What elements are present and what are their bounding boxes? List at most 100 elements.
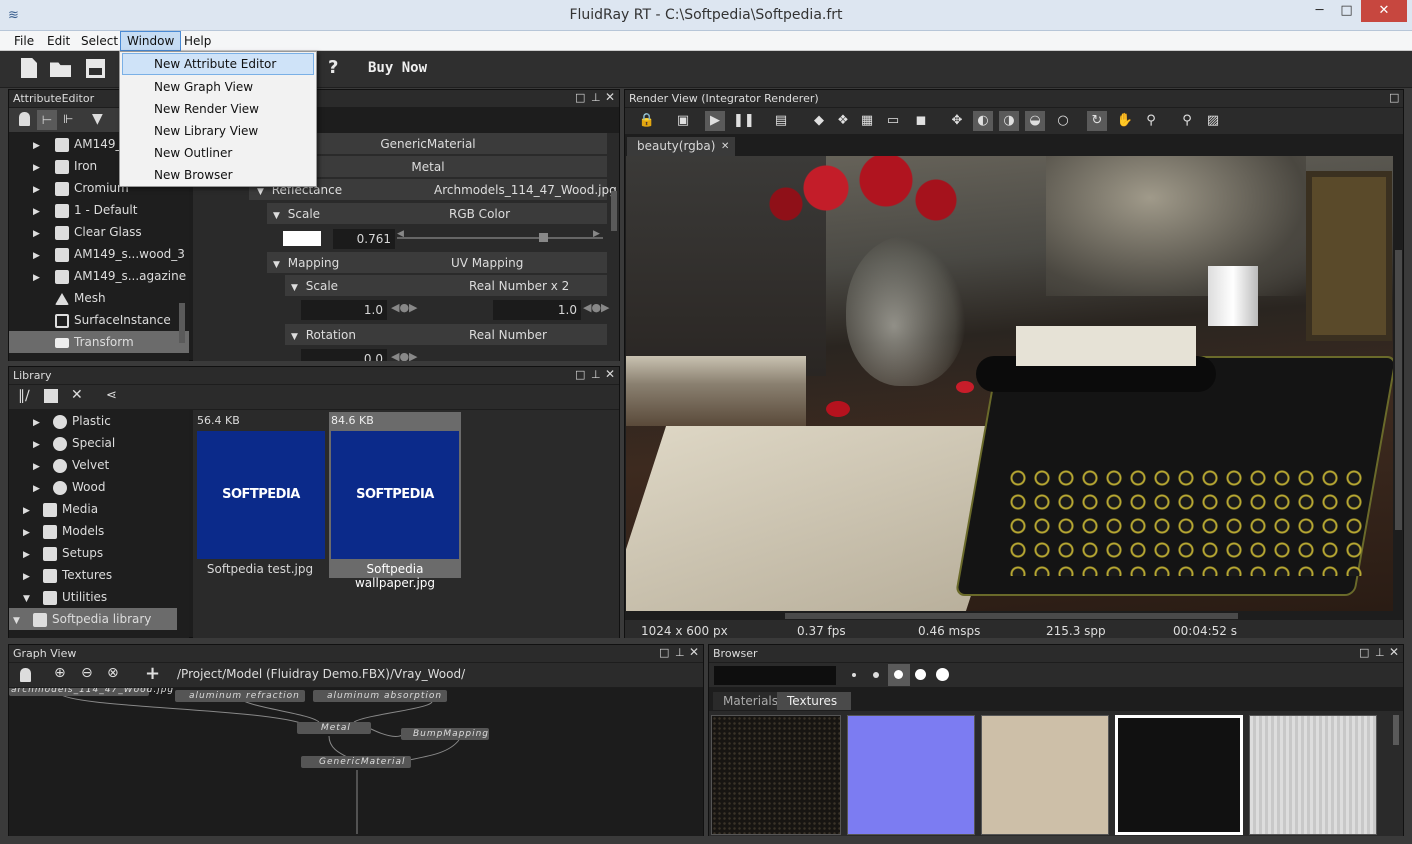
texture-thumbnail[interactable]	[711, 715, 841, 835]
minimize-button[interactable]: ─	[1306, 0, 1333, 22]
library-item[interactable]: ▶ Velvet	[9, 454, 177, 476]
menu-new-graph-view[interactable]: New Graph View	[120, 76, 316, 98]
outliner-scrollbar[interactable]	[179, 303, 185, 343]
attr-rotation-row[interactable]: ▼ Rotation Real Number	[285, 324, 607, 346]
graph-node[interactable]: aluminum absorption	[313, 690, 447, 702]
graph-node[interactable]: archmodels_114_47_Wood.jpg	[9, 688, 173, 696]
zoom-region-icon[interactable]: ⚲	[1177, 111, 1197, 131]
expand-arrow-icon[interactable]: ▶	[33, 412, 53, 434]
maximize-panel-icon[interactable]: □	[575, 368, 585, 381]
library-item[interactable]: ▼ Softpedia library	[9, 608, 177, 630]
close-panel-icon[interactable]: ✕	[1389, 645, 1399, 659]
close-panel-icon[interactable]: ✕	[689, 645, 699, 659]
slider-right-arrow-icon[interactable]: ▶	[593, 229, 600, 239]
tab-close-icon[interactable]: ✕	[721, 137, 729, 156]
maximize-button[interactable]: □	[1333, 0, 1360, 22]
stepper-icon[interactable]: ◀●▶	[391, 301, 418, 314]
graph-node[interactable]: GenericMaterial	[301, 756, 411, 768]
tree-item[interactable]: ▶ AM149_s...wood_3	[9, 243, 189, 265]
move-icon[interactable]: ✥	[947, 111, 967, 131]
attr-scale2-row[interactable]: ▼ Scale Real Number x 2	[285, 275, 607, 297]
file-item-selected[interactable]: 84.6 KB SOFTPEDIA Softpedia wallpaper.jp…	[329, 412, 461, 590]
zoom-fit-icon[interactable]: ⊗	[107, 665, 119, 681]
size-s-icon[interactable]	[873, 672, 879, 678]
expand-arrow-icon[interactable]: ▶	[33, 157, 55, 179]
maximize-panel-icon[interactable]: □	[1359, 646, 1369, 659]
library-item[interactable]: ▶ Special	[9, 432, 177, 454]
graph-canvas[interactable]: archmodels_114_47_Wood.jpg aluminum refr…	[9, 688, 703, 836]
tree-item[interactable]: ▶ 1 - Default	[9, 199, 189, 221]
save-icon[interactable]	[86, 59, 105, 78]
camera-add-icon[interactable]: ▣	[673, 111, 693, 131]
maximize-panel-icon[interactable]: □	[659, 646, 669, 659]
expand-arrow-icon[interactable]: ▼	[257, 187, 264, 197]
expand-arrow-icon[interactable]: ▶	[23, 500, 43, 522]
save-icon[interactable]: ▤	[771, 111, 791, 131]
hierarchy-icon[interactable]: ⊩	[63, 112, 73, 126]
collapse-arrow-icon[interactable]: ▼	[23, 588, 43, 610]
render-image[interactable]	[626, 156, 1393, 611]
menu-file[interactable]: File	[8, 31, 40, 51]
texture-thumbnail[interactable]	[981, 715, 1109, 835]
expand-arrow-icon[interactable]: ▶	[33, 267, 55, 289]
rotation-field[interactable]: 0.0	[301, 349, 387, 361]
expand-arrow-icon[interactable]: ▼	[291, 283, 298, 293]
add-node-icon[interactable]: +	[145, 663, 160, 684]
expand-arrow-icon[interactable]: ▶	[23, 522, 43, 544]
size-xl-icon[interactable]	[936, 668, 949, 681]
close-button[interactable]: ✕	[1361, 0, 1407, 22]
tree-view-icon[interactable]: ⊢	[37, 110, 57, 130]
menu-edit[interactable]: Edit	[41, 31, 76, 51]
remove-library-icon[interactable]: ✕	[71, 387, 83, 403]
scale-number-field[interactable]: 0.761	[333, 229, 395, 249]
expand-arrow-icon[interactable]: ▶	[33, 135, 55, 157]
menu-select[interactable]: Select	[75, 31, 124, 51]
stepper-icon[interactable]: ◀●▶	[391, 350, 418, 361]
tree-item[interactable]: ▶ AM149_s...agazine	[9, 265, 189, 287]
size-xs-icon[interactable]	[852, 673, 856, 677]
library-item[interactable]: ▶ Setups	[9, 542, 177, 564]
texture-thumbnail[interactable]	[1115, 715, 1243, 835]
slider-left-arrow-icon[interactable]: ◀	[397, 229, 404, 239]
circle-icon[interactable]: ○	[1053, 111, 1073, 131]
maximize-panel-icon[interactable]: □	[1389, 91, 1399, 104]
library-item[interactable]: ▶ Media	[9, 498, 177, 520]
expand-arrow-icon[interactable]: ▶	[23, 566, 43, 588]
attributes-scrollbar[interactable]	[611, 191, 617, 231]
color-swatch[interactable]	[283, 231, 321, 246]
library-item[interactable]: ▼ Utilities	[9, 586, 177, 608]
graph-node[interactable]: Metal	[297, 722, 371, 734]
contrast-half-icon[interactable]: ◐	[973, 111, 993, 131]
pin-icon[interactable]: ⊥	[591, 368, 601, 381]
zoom-out-icon[interactable]: ⊖	[81, 665, 93, 681]
open-folder-icon[interactable]	[50, 62, 71, 77]
file-item[interactable]: 56.4 KB SOFTPEDIA Softpedia test.jpg	[195, 412, 325, 578]
zoom-icon[interactable]: ⚲	[1141, 111, 1161, 131]
expand-arrow-icon[interactable]: ▶	[33, 478, 53, 500]
filter-icon[interactable]: ▼	[92, 111, 103, 127]
render-tab[interactable]: beauty(rgba) ✕	[627, 137, 735, 156]
share-icon[interactable]: ⋖	[106, 388, 117, 403]
expand-arrow-icon[interactable]: ▶	[33, 201, 55, 223]
scale-x-field[interactable]: 1.0	[301, 300, 387, 320]
contrast-icon[interactable]: ◑	[999, 111, 1019, 131]
library-books-icon[interactable]: ∥∕	[18, 388, 30, 404]
menu-help[interactable]: Help	[178, 31, 217, 51]
add-library-icon[interactable]	[44, 389, 58, 403]
slider-handle[interactable]	[539, 233, 548, 242]
grid-icon[interactable]: ▦	[857, 111, 877, 131]
stepper-icon[interactable]: ◀●▶	[583, 301, 610, 314]
hand-icon[interactable]: ✋	[1115, 111, 1135, 131]
attr-scale-row[interactable]: ▼ Scale RGB Color	[267, 203, 607, 225]
contrast-full-icon[interactable]: ◒	[1025, 111, 1045, 131]
tab-textures[interactable]: Textures	[777, 692, 851, 710]
texture-thumbnail[interactable]	[1249, 715, 1377, 835]
size-l-icon[interactable]	[915, 669, 926, 680]
zoom-in-icon[interactable]: ⊕	[54, 665, 66, 681]
buy-now-button[interactable]: Buy Now	[368, 60, 427, 76]
expand-arrow-icon[interactable]: ▶	[33, 456, 53, 478]
menu-new-library-view[interactable]: New Library View	[120, 120, 316, 142]
cubes-icon[interactable]: ❖	[833, 111, 853, 131]
pin-icon[interactable]: ⊥	[591, 91, 601, 104]
zoom-fit-icon[interactable]: ▨	[1203, 111, 1223, 131]
